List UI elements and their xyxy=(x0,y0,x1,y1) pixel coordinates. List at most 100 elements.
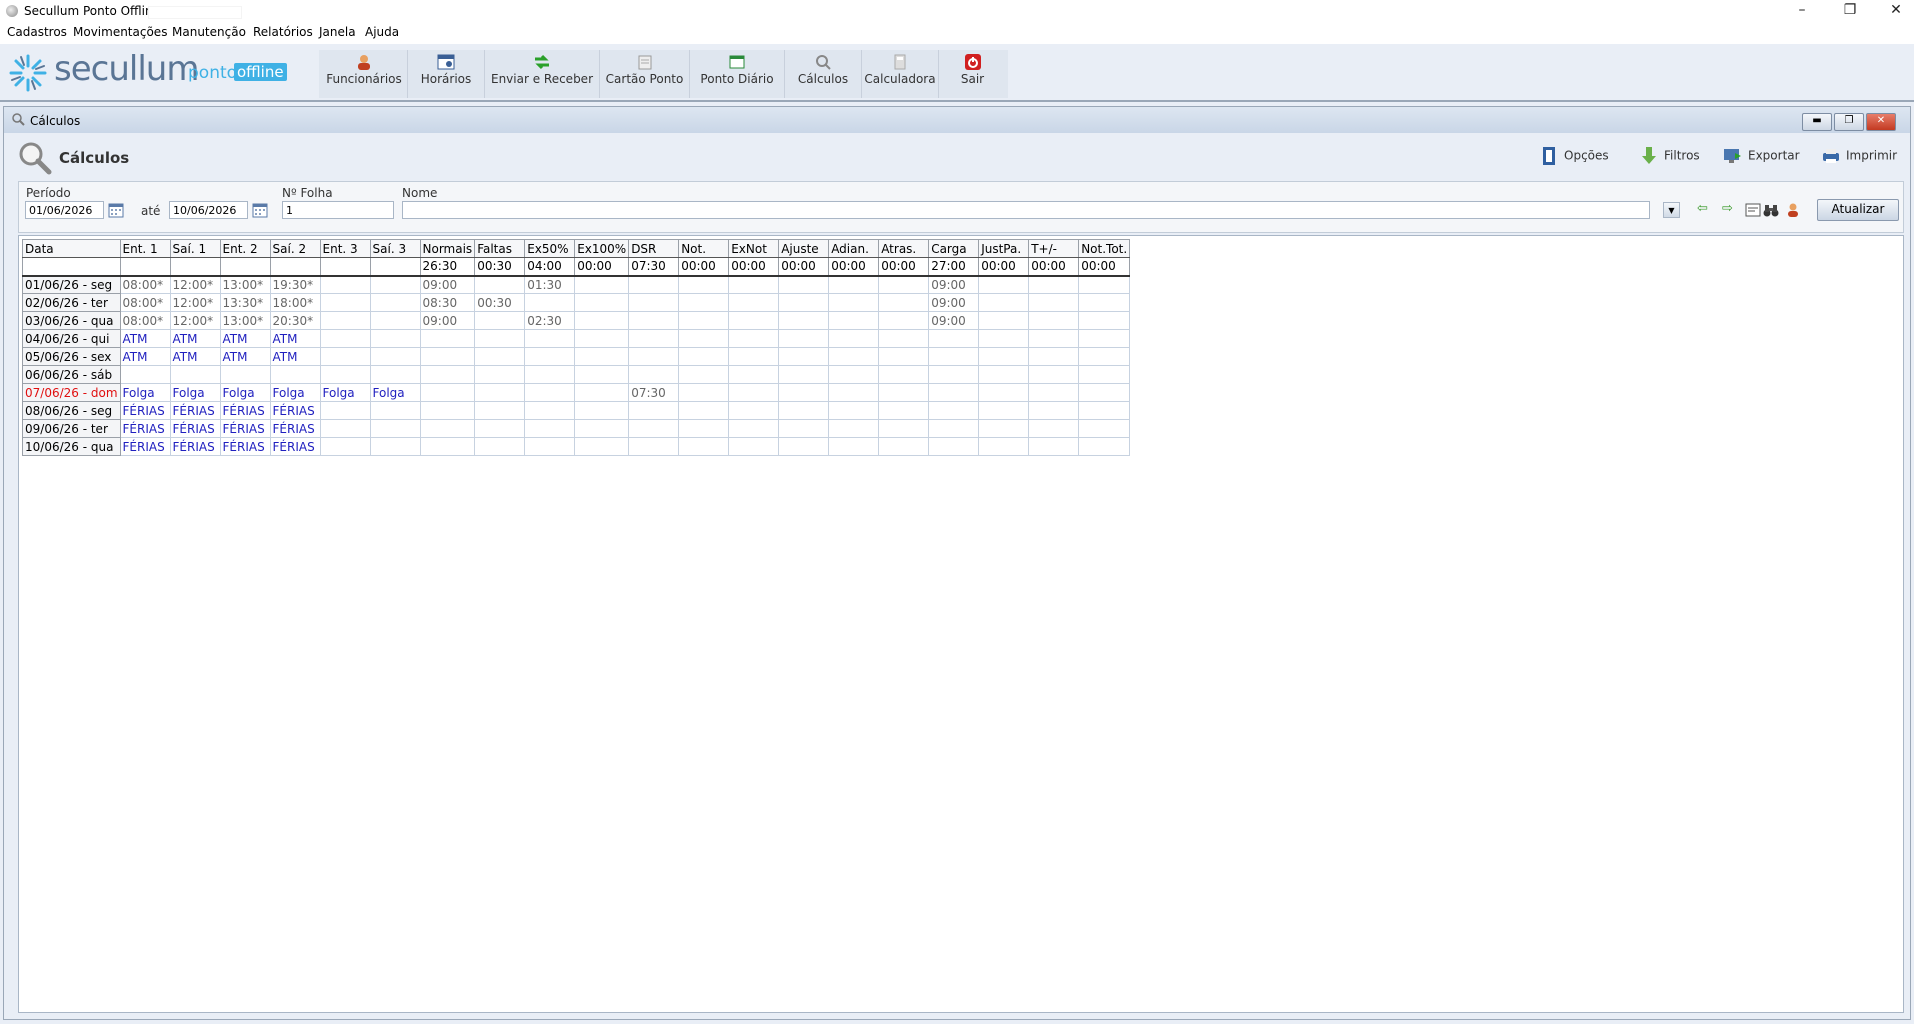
value-cell[interactable] xyxy=(678,419,730,438)
value-cell[interactable] xyxy=(524,347,576,366)
value-cell[interactable] xyxy=(828,401,880,420)
value-cell[interactable] xyxy=(1078,383,1131,402)
value-cell[interactable] xyxy=(678,437,730,456)
value-cell[interactable]: 09:00 xyxy=(419,311,476,330)
value-cell[interactable] xyxy=(574,401,630,420)
value-cell[interactable]: 01:30 xyxy=(524,275,576,294)
value-cell[interactable] xyxy=(828,365,880,384)
value-cell[interactable]: FÉRIAS xyxy=(269,401,321,420)
value-cell[interactable] xyxy=(524,329,576,348)
close-button[interactable]: ✕ xyxy=(1874,0,1914,22)
value-cell[interactable]: FÉRIAS xyxy=(169,437,221,456)
value-cell[interactable] xyxy=(474,275,526,294)
table-row[interactable]: 09/06/26 - ter FÉRIAS FÉRIAS FÉRIAS FÉRIAS xyxy=(22,419,1131,438)
value-cell[interactable]: 12:00* xyxy=(169,311,221,330)
column-header[interactable]: Carga xyxy=(928,239,980,258)
ponto-diario-button[interactable]: Ponto Diário xyxy=(690,50,785,98)
value-cell[interactable] xyxy=(574,275,630,294)
value-cell[interactable]: FÉRIAS xyxy=(219,437,271,456)
value-cell[interactable] xyxy=(678,401,730,420)
value-cell[interactable] xyxy=(474,347,526,366)
period-to-input[interactable] xyxy=(169,201,248,219)
value-cell[interactable] xyxy=(419,365,476,384)
table-row[interactable]: 03/06/26 - qua 08:00* 12:00* 13:00* 20:30* 09… xyxy=(22,311,1131,330)
value-cell[interactable] xyxy=(474,311,526,330)
value-cell[interactable]: 12:00* xyxy=(169,275,221,294)
calculadora-button[interactable]: Calculadora xyxy=(862,50,939,98)
value-cell[interactable]: 00:30 xyxy=(474,293,526,312)
date-cell[interactable]: 04/06/26 - qui xyxy=(22,329,121,348)
value-cell[interactable] xyxy=(828,329,880,348)
value-cell[interactable] xyxy=(474,419,526,438)
table-row[interactable]: 10/06/26 - qua FÉRIAS FÉRIAS FÉRIAS FÉRIAS xyxy=(22,437,1131,456)
value-cell[interactable] xyxy=(778,347,830,366)
value-cell[interactable]: ATM xyxy=(169,347,221,366)
value-cell[interactable]: FÉRIAS xyxy=(169,419,221,438)
value-cell[interactable] xyxy=(778,437,830,456)
value-cell[interactable] xyxy=(1078,437,1131,456)
value-cell[interactable] xyxy=(419,401,476,420)
value-cell[interactable] xyxy=(369,365,421,384)
value-cell[interactable] xyxy=(978,347,1030,366)
value-cell[interactable] xyxy=(524,365,576,384)
value-cell[interactable] xyxy=(319,293,371,312)
cartao-ponto-button[interactable]: Cartão Ponto xyxy=(600,50,690,98)
table-row[interactable]: 08/06/26 - seg FÉRIAS FÉRIAS FÉRIAS FÉRIAS xyxy=(22,401,1131,420)
table-row[interactable]: 01/06/26 - seg 08:00* 12:00* 13:00* 19:30* 09… xyxy=(22,275,1131,294)
column-header[interactable]: ExNot xyxy=(728,239,780,258)
column-header[interactable]: Ex100% xyxy=(574,239,630,258)
column-header[interactable]: Saí. 1 xyxy=(169,239,221,258)
value-cell[interactable]: 12:00* xyxy=(169,293,221,312)
value-cell[interactable] xyxy=(574,383,630,402)
value-cell[interactable] xyxy=(878,437,930,456)
value-cell[interactable] xyxy=(1078,419,1131,438)
column-header[interactable]: Adian. xyxy=(828,239,880,258)
value-cell[interactable] xyxy=(419,329,476,348)
next-arrow-icon[interactable]: ⇨ xyxy=(1722,202,1736,216)
value-cell[interactable] xyxy=(628,329,680,348)
value-cell[interactable] xyxy=(678,347,730,366)
menu-manutencao[interactable]: Manutenção xyxy=(172,25,246,39)
column-header[interactable]: Saí. 3 xyxy=(369,239,421,258)
refresh-button[interactable]: Atualizar xyxy=(1817,199,1899,221)
value-cell[interactable]: FÉRIAS xyxy=(119,419,171,438)
date-cell[interactable]: 03/06/26 - qua xyxy=(22,311,121,330)
value-cell[interactable]: ATM xyxy=(119,329,171,348)
date-cell[interactable]: 08/06/26 - seg xyxy=(22,401,121,420)
date-cell[interactable]: 02/06/26 - ter xyxy=(22,293,121,312)
value-cell[interactable] xyxy=(978,365,1030,384)
value-cell[interactable] xyxy=(419,347,476,366)
value-cell[interactable]: Folga xyxy=(169,383,221,402)
value-cell[interactable]: Folga xyxy=(269,383,321,402)
value-cell[interactable] xyxy=(574,293,630,312)
value-cell[interactable]: Folga xyxy=(219,383,271,402)
value-cell[interactable] xyxy=(369,401,421,420)
value-cell[interactable] xyxy=(928,347,980,366)
value-cell[interactable] xyxy=(1078,311,1131,330)
value-cell[interactable] xyxy=(628,401,680,420)
value-cell[interactable] xyxy=(1028,311,1080,330)
value-cell[interactable] xyxy=(369,311,421,330)
value-cell[interactable]: 13:30* xyxy=(219,293,271,312)
menu-janela[interactable]: Janela xyxy=(319,25,356,39)
value-cell[interactable] xyxy=(219,365,271,384)
value-cell[interactable]: 08:00* xyxy=(119,275,171,294)
binoculars-icon[interactable] xyxy=(1763,202,1779,218)
name-dropdown-chevron-icon[interactable]: ▼ xyxy=(1663,202,1680,218)
value-cell[interactable] xyxy=(369,275,421,294)
value-cell[interactable]: ATM xyxy=(269,329,321,348)
value-cell[interactable]: 20:30* xyxy=(269,311,321,330)
value-cell[interactable] xyxy=(1028,383,1080,402)
calculos-button[interactable]: Cálculos xyxy=(785,50,862,98)
value-cell[interactable]: ATM xyxy=(269,347,321,366)
value-cell[interactable] xyxy=(978,329,1030,348)
value-cell[interactable] xyxy=(524,437,576,456)
value-cell[interactable] xyxy=(1028,419,1080,438)
value-cell[interactable] xyxy=(319,437,371,456)
value-cell[interactable] xyxy=(369,419,421,438)
value-cell[interactable] xyxy=(1078,275,1131,294)
value-cell[interactable] xyxy=(778,401,830,420)
value-cell[interactable] xyxy=(369,293,421,312)
value-cell[interactable]: 19:30* xyxy=(269,275,321,294)
value-cell[interactable] xyxy=(474,437,526,456)
